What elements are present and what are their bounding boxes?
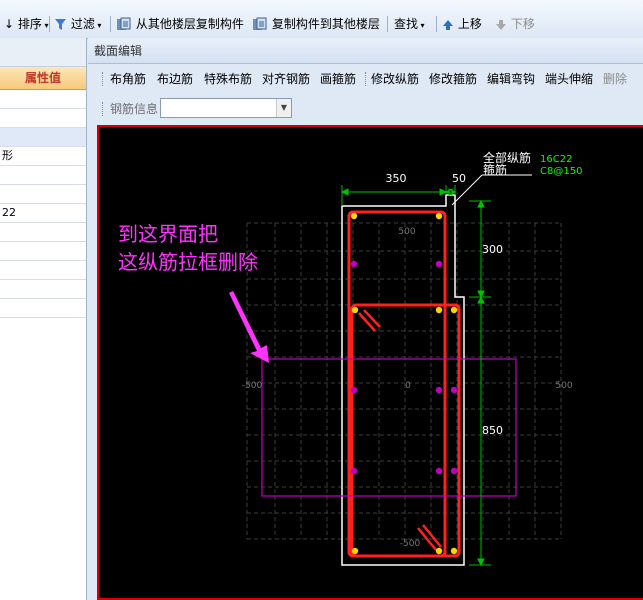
property-row[interactable]: 形 bbox=[0, 147, 86, 166]
rebar-dot[interactable] bbox=[450, 467, 458, 475]
rebar-dot[interactable] bbox=[351, 547, 359, 555]
edge-rebar-tool[interactable]: 布边筋 bbox=[157, 70, 193, 88]
sort-button[interactable]: ↓ 排序 ▾ bbox=[4, 14, 48, 34]
grid-label: -500 bbox=[242, 381, 263, 391]
toolbar-grip[interactable] bbox=[102, 102, 105, 116]
property-value-header: 属性值 bbox=[0, 67, 86, 90]
section-drawing[interactable]: 500 -500 0 500 -500 350 50 300 850 全部纵筋 … bbox=[99, 127, 643, 600]
special-rebar-tool[interactable]: 特殊布筋 bbox=[204, 70, 252, 88]
arrow-up-icon bbox=[443, 19, 453, 30]
main-toolbar: ↓ 排序 ▾ 过滤 ▾ 从其他楼层复制构件 复制构件到其他楼层 查找 ▾ 上移 … bbox=[0, 0, 643, 39]
annotation-text: 到这界面把 bbox=[118, 222, 218, 246]
end-extend-tool[interactable]: 端头伸缩 bbox=[545, 70, 593, 88]
toolbar-divider bbox=[49, 16, 50, 32]
toolbar-grip[interactable] bbox=[102, 72, 105, 86]
rebar-dot[interactable] bbox=[435, 260, 443, 268]
section-canvas[interactable]: 500 -500 0 500 -500 350 50 300 850 全部纵筋 … bbox=[97, 125, 643, 600]
legend-stirrup-label: 箍筋 bbox=[483, 162, 507, 177]
rebar-dot[interactable] bbox=[450, 386, 458, 394]
property-row[interactable] bbox=[0, 185, 86, 204]
copy-from-floor-button[interactable]: 从其他楼层复制构件 bbox=[116, 14, 244, 34]
toolbar-divider bbox=[387, 16, 388, 32]
annotation-text: 这纵筋拉框删除 bbox=[118, 250, 258, 274]
annotation-arrow bbox=[229, 291, 269, 363]
rebar-dot[interactable] bbox=[450, 306, 458, 314]
grid-label: -500 bbox=[400, 539, 421, 549]
editor-toolbar: 布角筋 布边筋 特殊布筋 对齐钢筋 画箍筋 修改纵筋 修改箍筋 编辑弯钩 端头伸… bbox=[88, 66, 643, 92]
draw-stirrup-tool[interactable]: 画箍筋 bbox=[320, 70, 356, 88]
toolbar-divider bbox=[110, 16, 111, 32]
corner-rebar-tool[interactable]: 布角筋 bbox=[110, 70, 146, 88]
property-row[interactable] bbox=[0, 242, 86, 261]
copy-floors-icon bbox=[253, 17, 267, 30]
toolbar-divider bbox=[436, 16, 437, 32]
rebar-info-label: 钢筋信息 bbox=[110, 102, 159, 116]
rebar-dot[interactable] bbox=[351, 306, 359, 314]
arrow-down-icon bbox=[496, 19, 506, 30]
chevron-down-icon[interactable]: ▼ bbox=[276, 99, 291, 117]
move-down-button[interactable]: 下移 bbox=[495, 14, 535, 34]
rebar-dot[interactable] bbox=[350, 212, 358, 220]
selection-box bbox=[261, 358, 517, 497]
property-row[interactable] bbox=[0, 223, 86, 242]
grid-label: 500 bbox=[398, 227, 415, 237]
panel-header-bar bbox=[0, 38, 86, 67]
rebar-dot[interactable] bbox=[435, 386, 443, 394]
grid-label: 0 bbox=[405, 381, 411, 391]
stirrup-hook bbox=[417, 524, 442, 551]
property-row[interactable] bbox=[0, 261, 86, 280]
sort-arrow-icon: ↓ bbox=[4, 17, 15, 31]
property-row[interactable] bbox=[0, 299, 86, 318]
property-row[interactable] bbox=[0, 166, 86, 185]
funnel-icon bbox=[55, 19, 66, 30]
legend-longitudinal-value: 16C22 bbox=[540, 154, 572, 165]
rebar-dot[interactable] bbox=[435, 467, 443, 475]
property-row[interactable] bbox=[0, 128, 86, 147]
modify-longitudinal-tool[interactable]: 修改纵筋 bbox=[371, 70, 419, 88]
rebar-dot[interactable] bbox=[350, 386, 358, 394]
stirrup-hook bbox=[358, 309, 381, 332]
move-up-button[interactable]: 上移 bbox=[442, 14, 482, 34]
delete-tool[interactable]: 删除 bbox=[603, 70, 627, 88]
rebar-dot[interactable] bbox=[350, 467, 358, 475]
rebar-dot[interactable] bbox=[450, 547, 458, 555]
property-list: 形 22 bbox=[0, 90, 86, 318]
rebar-dot[interactable] bbox=[350, 260, 358, 268]
copy-floors-icon bbox=[117, 17, 131, 30]
property-row[interactable] bbox=[0, 109, 86, 128]
rebar-dot[interactable] bbox=[435, 306, 443, 314]
rebar-dot[interactable] bbox=[435, 547, 443, 555]
property-row[interactable] bbox=[0, 90, 86, 109]
align-rebar-tool[interactable]: 对齐钢筋 bbox=[262, 70, 310, 88]
dimension-label: 50 bbox=[452, 172, 466, 185]
edit-hook-tool[interactable]: 编辑弯钩 bbox=[487, 70, 535, 88]
copy-to-floor-button[interactable]: 复制构件到其他楼层 bbox=[252, 14, 380, 34]
grid-label: 500 bbox=[555, 381, 572, 391]
property-panel: 属性值 形 22 bbox=[0, 38, 87, 600]
grid-lines bbox=[246, 222, 562, 540]
dimension-label: 350 bbox=[386, 172, 407, 185]
rebar-info-bar: 钢筋信息 ▼ bbox=[88, 96, 643, 122]
property-row[interactable] bbox=[0, 280, 86, 299]
dimension-label: 300 bbox=[482, 243, 503, 256]
modify-stirrup-tool[interactable]: 修改箍筋 bbox=[429, 70, 477, 88]
rebar-info-select[interactable]: ▼ bbox=[160, 98, 292, 118]
editor-title: 截面编辑 bbox=[88, 38, 643, 64]
filter-button[interactable]: 过滤 ▾ bbox=[54, 14, 101, 34]
find-button[interactable]: 查找 ▾ bbox=[394, 14, 425, 34]
toolbar-divider bbox=[365, 72, 368, 86]
dimension-lines bbox=[340, 185, 491, 567]
section-editor: 截面编辑 布角筋 布边筋 特殊布筋 对齐钢筋 画箍筋 修改纵筋 修改箍筋 编辑弯… bbox=[88, 38, 643, 600]
rebar-dot[interactable] bbox=[435, 212, 443, 220]
legend-stirrup-value: C8@150 bbox=[540, 166, 582, 177]
dimension-label: 850 bbox=[482, 424, 503, 437]
property-row[interactable]: 22 bbox=[0, 204, 86, 223]
